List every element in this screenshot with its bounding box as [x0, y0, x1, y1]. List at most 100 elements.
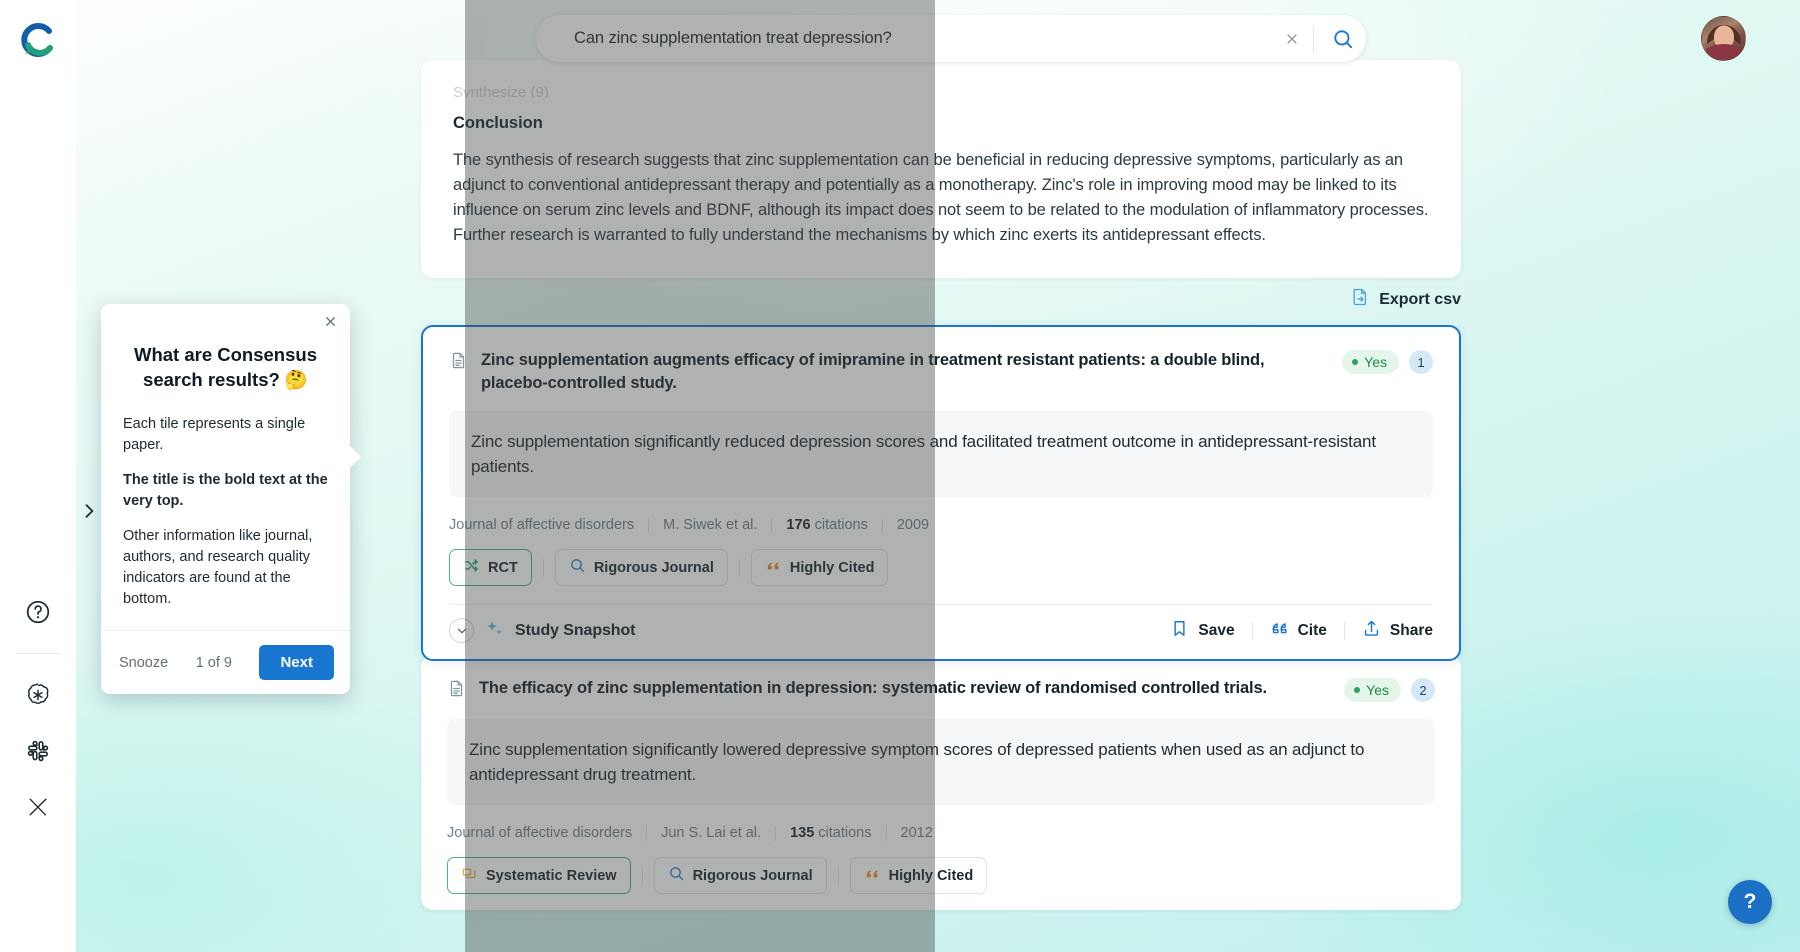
tooltip-progress: 1 of 9	[195, 654, 232, 671]
user-avatar[interactable]	[1701, 16, 1746, 61]
consensus-logo-icon[interactable]	[16, 18, 60, 62]
chip-divider	[641, 866, 643, 885]
meta-divider	[775, 825, 777, 841]
document-icon	[449, 351, 468, 375]
paper-card[interactable]: The efficacy of zinc supplementation in …	[421, 655, 1461, 910]
verdict-label: Yes	[1364, 354, 1387, 370]
meta-divider	[881, 517, 883, 533]
meta-divider	[646, 825, 648, 841]
paper-title[interactable]: Zinc supplementation augments efficacy o…	[481, 349, 1329, 395]
export-row: Export csv	[421, 287, 1461, 312]
chip-highly-cited[interactable]: Highly Cited	[750, 549, 889, 586]
search-bar[interactable]: Can zinc supplementation treat depressio…	[536, 15, 1366, 62]
paper-claim: Zinc supplementation significantly reduc…	[449, 411, 1433, 497]
chip-label: RCT	[488, 559, 518, 576]
sidebar-item-slack-icon[interactable]	[23, 736, 53, 766]
paper-citation-count: 135	[790, 825, 815, 841]
tooltip-footer: Snooze 1 of 9 Next	[101, 630, 350, 694]
tooltip-title: What are Consensus search results? 🤔	[134, 344, 317, 390]
save-button[interactable]: Save	[1170, 619, 1235, 643]
paper-meta: Journal of affective disorders Jun S. La…	[447, 825, 1435, 841]
sidebar-item-openai-icon[interactable]	[23, 680, 53, 710]
paper-index-badge: 2	[1411, 678, 1435, 702]
sidebar-item-help[interactable]	[23, 597, 53, 627]
chip-divider	[738, 558, 740, 577]
chip-label: Rigorous Journal	[692, 867, 813, 884]
chip-divider	[837, 866, 839, 885]
cite-label: Cite	[1297, 621, 1327, 639]
tooltip-paragraph-2: The title is the bold text at the very t…	[123, 472, 328, 509]
chip-highly-cited[interactable]: Highly Cited	[849, 857, 988, 894]
chip-label: Highly Cited	[888, 867, 974, 884]
cite-button[interactable]: Cite	[1270, 619, 1327, 643]
paper-footer: Study Snapshot Save Cite Share	[449, 604, 1433, 643]
chip-label: Systematic Review	[486, 867, 617, 884]
quote-icon	[1270, 619, 1289, 643]
save-label: Save	[1198, 621, 1235, 639]
sidebar-item-x-twitter-icon[interactable]	[23, 792, 53, 822]
paper-header: The efficacy of zinc supplementation in …	[447, 677, 1435, 703]
conclusion-heading: Conclusion	[453, 114, 543, 132]
paper-citation-label: citations	[818, 825, 872, 841]
sidebar-expand-button[interactable]	[76, 488, 102, 534]
meta-divider	[771, 517, 773, 533]
share-button[interactable]: Share	[1362, 619, 1433, 643]
quote-icon	[864, 865, 881, 886]
snooze-button[interactable]: Snooze	[119, 655, 168, 671]
paper-title[interactable]: The efficacy of zinc supplementation in …	[479, 677, 1331, 700]
chip-systematic-review[interactable]: Systematic Review	[447, 857, 631, 894]
verdict-badge: Yes	[1342, 350, 1399, 374]
paper-journal: Journal of affective disorders	[447, 825, 633, 841]
paper-year: 2012	[900, 825, 933, 841]
search-input[interactable]: Can zinc supplementation treat depressio…	[536, 29, 1277, 48]
paper-card[interactable]: Zinc supplementation augments efficacy o…	[421, 325, 1461, 661]
chip-rigorous-journal[interactable]: Rigorous Journal	[653, 857, 827, 894]
layers-icon	[461, 865, 478, 886]
share-icon	[1362, 619, 1381, 643]
verdict-dot-icon	[1354, 687, 1361, 693]
tooltip-paragraph-1: Each tile represents a single paper.	[123, 416, 306, 453]
avatar-body	[1702, 44, 1745, 60]
magnifier-icon	[569, 557, 586, 578]
quote-icon	[765, 557, 782, 578]
action-divider	[1251, 621, 1253, 640]
paper-index-badge: 1	[1409, 350, 1433, 374]
tooltip-paragraph-3: Other information like journal, authors,…	[123, 528, 313, 607]
tooltip-close-icon[interactable]	[323, 314, 338, 332]
search-submit-icon[interactable]	[1320, 16, 1366, 62]
help-fab-label: ?	[1743, 890, 1757, 913]
document-icon	[447, 679, 466, 703]
search-divider	[1313, 25, 1314, 52]
paper-authors: M. Siwek et al.	[663, 517, 758, 533]
chip-rigorous-journal[interactable]: Rigorous Journal	[554, 549, 728, 586]
paper-header-badges: Yes 1	[1342, 350, 1433, 374]
paper-header: Zinc supplementation augments efficacy o…	[449, 349, 1433, 395]
export-csv-label: Export csv	[1379, 290, 1461, 308]
next-button[interactable]: Next	[259, 645, 334, 680]
shuffle-icon	[463, 557, 480, 578]
top-bar: Can zinc supplementation treat depressio…	[76, 0, 1800, 78]
study-snapshot-toggle[interactable]: Study Snapshot	[449, 618, 635, 643]
paper-journal: Journal of affective disorders	[449, 517, 635, 533]
chip-divider	[542, 558, 544, 577]
summary-fade-text: Synthesize (9)	[453, 84, 549, 98]
paper-authors: Jun S. Lai et al.	[661, 825, 762, 841]
clear-search-icon[interactable]	[1277, 24, 1307, 54]
paper-meta: Journal of affective disorders M. Siwek …	[449, 517, 1433, 533]
chip-label: Highly Cited	[789, 559, 875, 576]
chip-rct[interactable]: RCT	[449, 549, 532, 586]
export-csv-button[interactable]: Export csv	[1350, 287, 1461, 312]
paper-quality-chips: Systematic Review Rigorous Journal Highl…	[447, 857, 1435, 894]
summary-card: Synthesize (9) Conclusion The synthesis …	[421, 60, 1461, 278]
chevron-down-icon	[449, 618, 474, 643]
verdict-label: Yes	[1366, 682, 1389, 698]
tooltip-body: What are Consensus search results? 🤔 Eac…	[101, 304, 350, 630]
verdict-dot-icon	[1352, 359, 1359, 365]
verdict-badge: Yes	[1344, 678, 1401, 702]
magnifier-icon	[668, 865, 685, 886]
onboarding-tooltip: What are Consensus search results? 🤔 Eac…	[101, 304, 361, 694]
paper-actions: Save Cite Share	[1170, 619, 1433, 643]
help-fab-button[interactable]: ?	[1728, 880, 1772, 924]
paper-citation-label: citations	[814, 517, 868, 533]
meta-divider	[648, 517, 650, 533]
